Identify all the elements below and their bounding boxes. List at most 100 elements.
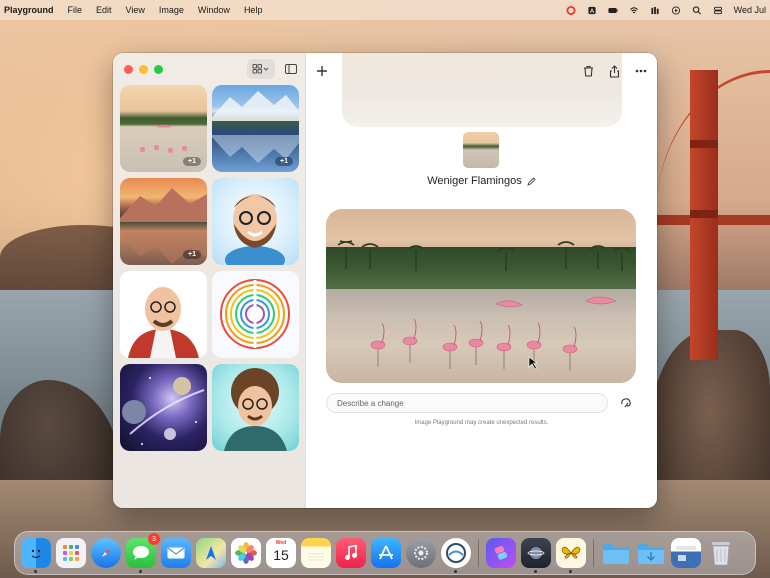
menu-help[interactable]: Help bbox=[244, 5, 263, 15]
gallery-thumbnail-sunset-lake[interactable]: +1 bbox=[120, 178, 207, 265]
view-mode-button[interactable] bbox=[247, 59, 275, 79]
running-indicator bbox=[569, 570, 572, 573]
dock-safari[interactable] bbox=[91, 538, 121, 568]
share-button[interactable] bbox=[603, 61, 625, 81]
flamingos bbox=[370, 296, 617, 371]
menu-view[interactable]: View bbox=[126, 5, 145, 15]
text-input-icon[interactable]: A bbox=[587, 6, 597, 15]
menu-window[interactable]: Window bbox=[198, 5, 230, 15]
menu-image[interactable]: Image bbox=[159, 5, 184, 15]
delete-button[interactable] bbox=[577, 61, 599, 81]
stats-icon[interactable] bbox=[650, 6, 660, 15]
map-icon bbox=[206, 546, 216, 560]
dock-calendar[interactable]: Wed 15 bbox=[266, 538, 296, 568]
notes-lines-icon bbox=[308, 553, 324, 561]
dock-launchpad[interactable] bbox=[56, 538, 86, 568]
dock-notes[interactable] bbox=[301, 538, 331, 568]
dock-shortcuts[interactable] bbox=[486, 538, 516, 568]
dock-downloads-folder[interactable] bbox=[636, 538, 666, 568]
style-picker-button[interactable] bbox=[616, 393, 636, 413]
gallery-thumbnail-mountain-lake[interactable]: +1 bbox=[212, 85, 299, 172]
gallery-thumbnail-bearded-avatar[interactable] bbox=[212, 178, 299, 265]
dock-app-store[interactable] bbox=[371, 538, 401, 568]
speech-bubble-icon bbox=[133, 546, 149, 560]
wallpaper-bridge-beam bbox=[690, 210, 718, 218]
downloads-folder-icon bbox=[638, 544, 664, 564]
sketch-style-icon bbox=[621, 398, 631, 408]
toggle-sidebar-button[interactable] bbox=[281, 59, 301, 79]
color-wheel-icon[interactable] bbox=[566, 5, 576, 15]
image-title[interactable]: Weniger Flamingos bbox=[427, 175, 522, 187]
menu-bar: Playground File Edit View Image Window H… bbox=[0, 0, 770, 20]
running-indicator bbox=[454, 570, 457, 573]
gallery-thumbnail-scientist-avatar[interactable] bbox=[120, 271, 207, 358]
dock-trash[interactable] bbox=[706, 538, 736, 568]
avatar-bearded-face bbox=[225, 194, 285, 265]
dock-mail[interactable] bbox=[161, 538, 191, 568]
butterfly-icon bbox=[561, 546, 581, 559]
rainbow-brain-art bbox=[220, 279, 290, 349]
dock-preview[interactable] bbox=[521, 538, 551, 573]
gallery-thumbnail-rainbow-brain[interactable] bbox=[212, 271, 299, 358]
prompt-placeholder: Describe a change bbox=[337, 398, 404, 408]
gallery-thumbnail-space-planets[interactable] bbox=[120, 364, 207, 451]
more-options-button[interactable] bbox=[630, 61, 652, 81]
dock-butterfly-app[interactable] bbox=[556, 538, 586, 573]
svg-text:A: A bbox=[589, 8, 594, 15]
dock-music[interactable] bbox=[336, 538, 366, 568]
generated-image[interactable] bbox=[326, 209, 636, 383]
gear-icon bbox=[414, 546, 428, 560]
dock-photos[interactable] bbox=[231, 538, 261, 568]
battery-icon[interactable] bbox=[608, 6, 618, 15]
dock-messages[interactable]: 3 bbox=[126, 533, 160, 573]
menu-edit[interactable]: Edit bbox=[96, 5, 112, 15]
status-icons: A Wed Jul bbox=[566, 5, 766, 15]
image-title-row: Weniger Flamingos bbox=[306, 175, 657, 187]
wallpaper-bridge-beam bbox=[690, 140, 718, 148]
wifi-icon[interactable] bbox=[629, 6, 639, 15]
compass-icon bbox=[102, 549, 110, 557]
dock-separator bbox=[478, 539, 479, 567]
record-icon[interactable] bbox=[671, 5, 681, 15]
app-store-icon bbox=[379, 545, 393, 560]
music-note-icon bbox=[345, 545, 357, 560]
trash-icon bbox=[583, 65, 593, 77]
dock-recent-documents[interactable] bbox=[671, 538, 701, 568]
source-image-thumbnail[interactable] bbox=[463, 132, 499, 168]
dock-folder[interactable] bbox=[601, 538, 631, 568]
trash-can-icon bbox=[712, 542, 730, 566]
avatar-scientist-face bbox=[128, 287, 199, 358]
running-indicator bbox=[34, 570, 37, 573]
share-icon bbox=[609, 64, 619, 78]
dock-image-playground[interactable] bbox=[441, 538, 471, 573]
gallery-thumbnail-curly-hair-avatar[interactable] bbox=[212, 364, 299, 451]
gallery-thumbnail-flamingos[interactable]: +1 bbox=[120, 85, 207, 172]
close-button[interactable] bbox=[124, 65, 133, 74]
menu-file[interactable]: File bbox=[68, 5, 83, 15]
pencil-icon[interactable] bbox=[526, 176, 536, 186]
menu-bar-clock[interactable]: Wed Jul bbox=[734, 5, 766, 15]
playground-icon bbox=[446, 543, 466, 563]
dock-finder[interactable] bbox=[21, 538, 51, 573]
zoom-button[interactable] bbox=[154, 65, 163, 74]
envelope-icon bbox=[167, 547, 185, 559]
image-playground-window: +1 +1 +1 Weniger Flamingos Describe a ch… bbox=[113, 53, 657, 508]
variation-count-badge: +1 bbox=[183, 250, 201, 259]
document-stack-icon bbox=[676, 546, 696, 561]
cursor-icon bbox=[528, 356, 538, 370]
plus-icon bbox=[317, 66, 327, 76]
search-icon[interactable] bbox=[692, 5, 702, 15]
variation-count-badge: +1 bbox=[183, 157, 201, 166]
finder-icon bbox=[31, 549, 41, 558]
minimize-button[interactable] bbox=[139, 65, 148, 74]
dock-maps[interactable] bbox=[196, 538, 226, 568]
sidebar-icon bbox=[285, 64, 297, 74]
app-menu[interactable]: Playground bbox=[4, 5, 54, 15]
preview-icon bbox=[527, 547, 545, 559]
new-image-button[interactable] bbox=[311, 61, 333, 81]
dock-system-settings[interactable] bbox=[406, 538, 436, 568]
control-center-icon[interactable] bbox=[713, 6, 723, 15]
photos-flower-icon bbox=[235, 542, 257, 564]
grid-icon bbox=[252, 64, 269, 74]
describe-change-input[interactable]: Describe a change bbox=[326, 393, 608, 413]
